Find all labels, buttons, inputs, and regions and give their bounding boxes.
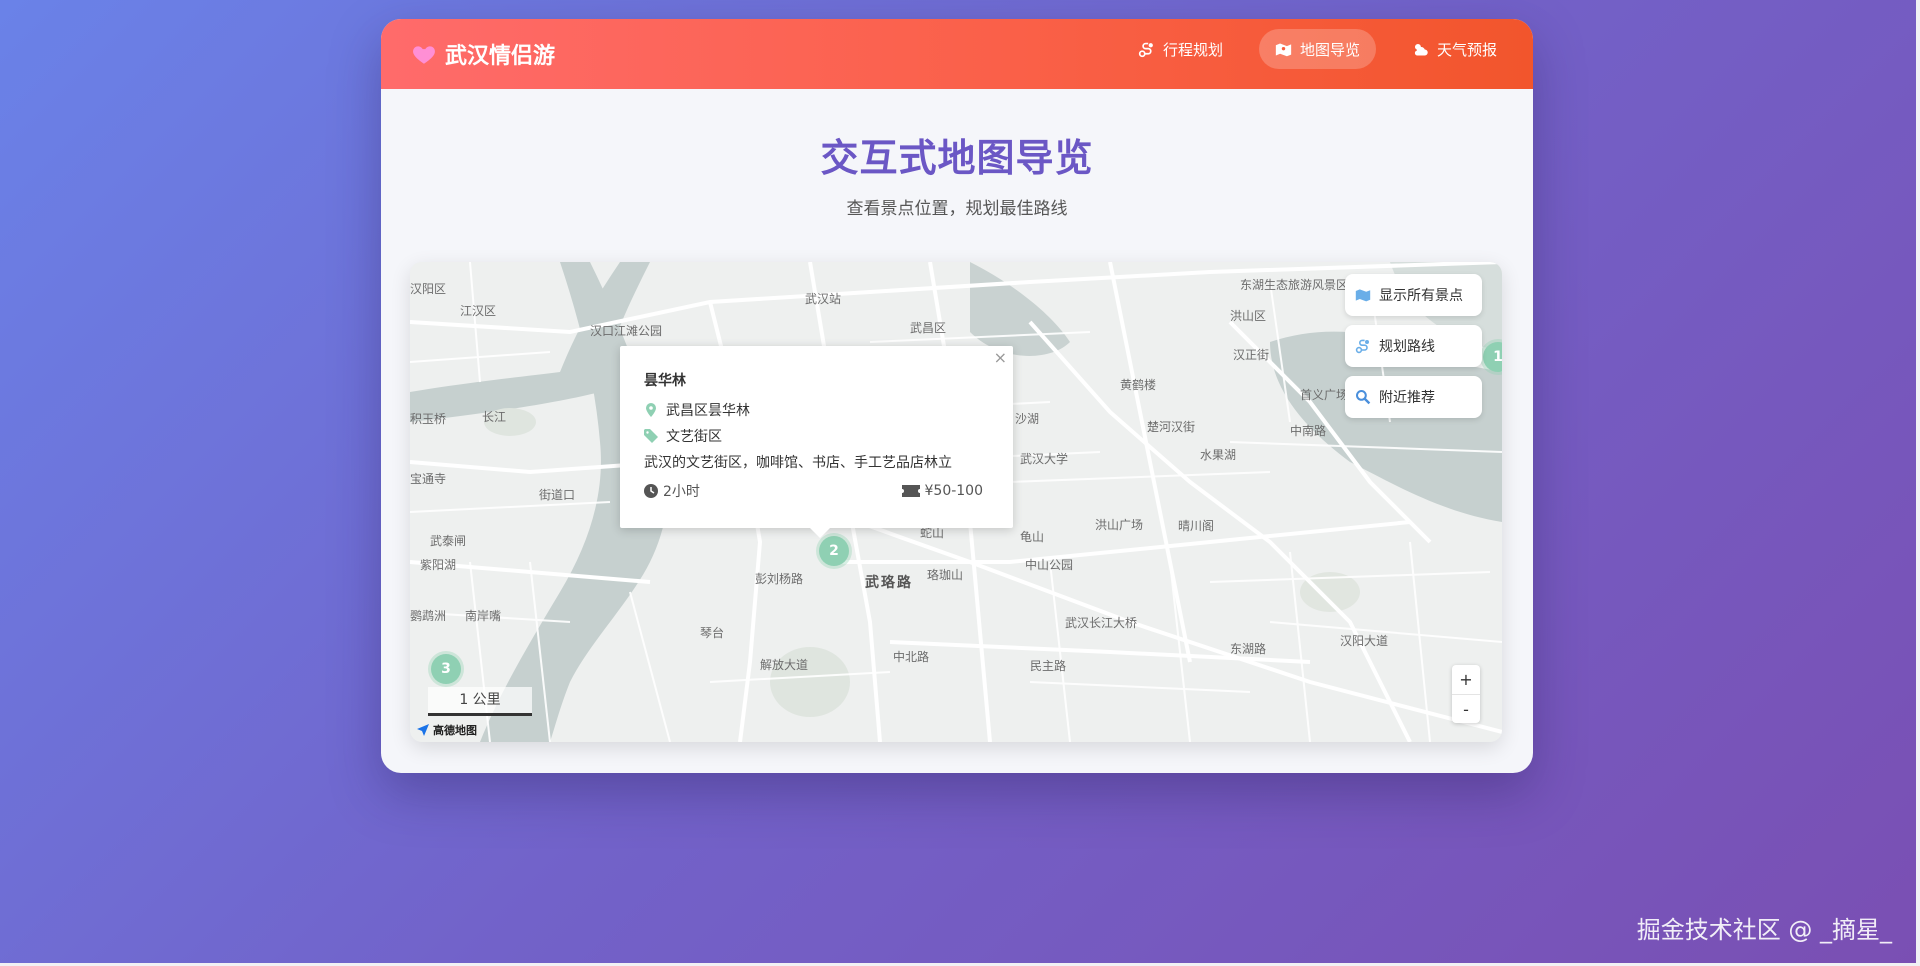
scale-bar: 1 公里	[428, 687, 534, 717]
map-label: 武泰闸	[430, 534, 467, 548]
button-label: 附近推荐	[1379, 390, 1435, 406]
nav-label: 地图导览	[1299, 40, 1360, 59]
popup-price: ¥50-100	[901, 481, 984, 501]
scale-line	[428, 713, 532, 716]
map-label: 汉阳大道	[1340, 634, 1389, 648]
window-edge	[1916, 0, 1920, 966]
nav-item-weather[interactable]: 天气预报	[1396, 29, 1513, 69]
popup-category: 文艺街区	[644, 426, 722, 446]
clock-icon	[644, 484, 658, 498]
popup-price-text: ¥50-100	[924, 483, 984, 499]
map-label: 珞珈山	[927, 568, 964, 582]
nav-menu: 行程规划 地图导览 天气预报	[1122, 29, 1513, 69]
map-label: 沙湖	[1015, 412, 1040, 426]
nav-label: 天气预报	[1436, 40, 1497, 59]
close-icon[interactable]: ×	[994, 348, 1007, 367]
map-label: 民主路	[1030, 659, 1067, 673]
map-label: 东湖路	[1230, 642, 1267, 656]
popup-description: 武汉的文艺街区，咖啡馆、书店、手工艺品店林立	[644, 455, 952, 471]
map-label: 中山公园	[1025, 558, 1074, 572]
ticket-icon	[901, 485, 920, 497]
zoom-control: + -	[1452, 665, 1480, 723]
brand[interactable]: 武汉情侣游	[411, 19, 555, 89]
map-label: 鹦鹉洲	[410, 609, 447, 623]
nav-item-itinerary[interactable]: 行程规划	[1122, 29, 1239, 69]
map-label: 楚河汉街	[1147, 420, 1196, 434]
map-label: 中北路	[893, 650, 930, 664]
weather-icon	[1414, 43, 1428, 55]
map-marker[interactable]: 3	[431, 654, 461, 684]
map-canvas[interactable]: 汉阳区 汉口江滩公园 江汉区 武汉站 武昌区 东湖生态旅游风景区 洪山区 汉正街…	[410, 262, 1502, 742]
map-label: 汉口江滩公园	[590, 324, 663, 338]
map-label: 武昌区	[910, 321, 947, 335]
map-label: 龟山	[1020, 530, 1045, 544]
map-label: 武汉站	[805, 292, 842, 306]
map-label: 洪山区	[1230, 309, 1267, 323]
map-label: 紫阳湖	[420, 558, 457, 572]
button-label: 规划路线	[1379, 339, 1435, 355]
map-label: 东湖生态旅游风景区	[1240, 278, 1349, 292]
search-icon	[1356, 390, 1371, 405]
map-label: 水果湖	[1200, 448, 1237, 462]
brand-name: 武汉情侣游	[445, 44, 556, 69]
amap-logo: 高德地图	[416, 722, 477, 738]
amap-logo-text: 高德地图	[433, 724, 477, 737]
nav-item-map[interactable]: 地图导览	[1258, 29, 1376, 69]
popup-category-text: 文艺街区	[666, 429, 722, 445]
map-label: 琴台	[700, 626, 725, 640]
plan-route-button[interactable]: 规划路线	[1345, 325, 1482, 367]
map-label: 武汉长江大桥	[1065, 616, 1138, 630]
popup-footer: 2小时 ¥50-100	[644, 481, 983, 501]
page-subtitle: 查看景点位置，规划最佳路线	[846, 199, 1068, 219]
map-label: 汉正街	[1233, 348, 1270, 362]
zoom-in-button[interactable]: +	[1452, 665, 1480, 695]
map-label: 首义广场	[1300, 388, 1349, 402]
map-label: 解放大道	[760, 658, 809, 672]
route-icon	[1355, 339, 1369, 354]
map-label: 中南路	[1290, 424, 1327, 438]
page-title: 交互式地图导览	[820, 136, 1094, 180]
map-label: 晴川阁	[1178, 519, 1215, 533]
info-popup: × 昙华林 武昌区昙华林 文艺街区 武汉的文艺街区，咖啡馆、书店、手工艺品店林立	[620, 346, 1013, 538]
map-label: 彭刘杨路	[755, 572, 804, 586]
map-icon	[1275, 43, 1292, 56]
map-label-road: 武珞路	[865, 575, 913, 591]
popup-duration-text: 2小时	[663, 484, 700, 500]
map-label: 汉阳区	[410, 282, 447, 296]
map-label: 积玉桥	[410, 412, 447, 426]
map-label: 街道口	[539, 488, 576, 502]
location-pin-icon	[646, 403, 656, 417]
tag-icon	[644, 429, 658, 443]
zoom-out-button[interactable]: -	[1452, 695, 1480, 724]
watermark: 掘金技术社区 @ _摘星_	[1636, 916, 1892, 944]
map-label: 黄鹤楼	[1120, 378, 1157, 392]
nav-label: 行程规划	[1162, 40, 1223, 59]
amap-arrow-icon	[417, 724, 429, 736]
heart-icon	[413, 46, 435, 64]
app-card: 武汉情侣游 行程规划 地图导览 天气预报 交互式地图导览 查看景点位置，规划最佳…	[381, 19, 1533, 773]
map-label: 长江	[482, 410, 507, 424]
map-label: 武汉大学	[1020, 452, 1069, 466]
navbar: 武汉情侣游 行程规划 地图导览 天气预报	[381, 19, 1533, 89]
map-label: 洪山广场	[1095, 518, 1144, 532]
scale-label: 1 公里	[428, 687, 532, 713]
map-label: 江汉区	[460, 304, 497, 318]
map-label: 南岸嘴	[465, 609, 502, 623]
popup-duration: 2小时	[644, 481, 700, 501]
button-label: 显示所有景点	[1379, 288, 1463, 304]
popup-location-text: 武昌区昙华林	[666, 403, 750, 419]
popup-title: 昙华林	[644, 373, 686, 389]
route-icon	[1138, 42, 1153, 57]
map-label: 宝通寺	[410, 472, 447, 486]
popup-location: 武昌区昙华林	[644, 400, 750, 420]
map-marker[interactable]: 2	[819, 536, 849, 566]
map-icon	[1355, 289, 1371, 302]
nearby-button[interactable]: 附近推荐	[1345, 376, 1482, 418]
show-all-spots-button[interactable]: 显示所有景点	[1345, 274, 1482, 316]
